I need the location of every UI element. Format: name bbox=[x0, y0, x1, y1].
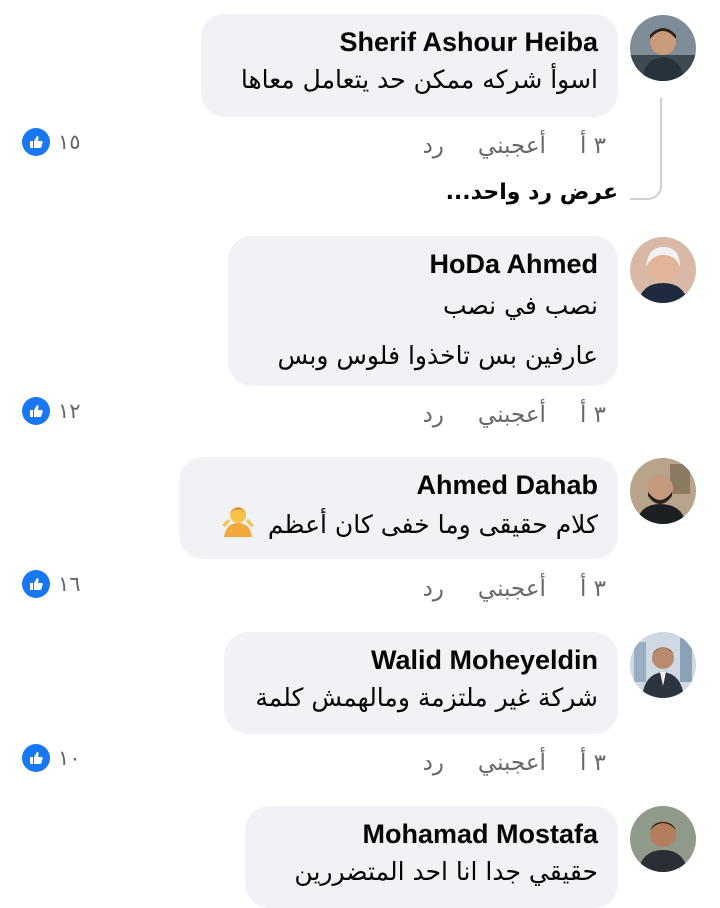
comment-author[interactable]: Walid Moheyeldin bbox=[244, 642, 598, 678]
like-button[interactable]: أعجبني bbox=[478, 128, 546, 164]
like-thumbs-up-icon bbox=[22, 570, 50, 598]
reaction-count[interactable]: ١٦ bbox=[22, 569, 81, 599]
reaction-count-value: ١٦ bbox=[58, 572, 81, 596]
comment-text: شركة غير ملتزمة ومالهمش كلمة bbox=[255, 683, 598, 712]
avatar-photo bbox=[630, 806, 696, 872]
reply-button[interactable]: رد bbox=[423, 571, 444, 607]
comment-text: كلام حقيقى وما خفى كان أعظم bbox=[199, 503, 598, 549]
like-button[interactable]: أعجبني bbox=[478, 397, 546, 433]
person-shrugging-emoji-icon bbox=[220, 503, 256, 549]
like-thumbs-up-icon bbox=[22, 397, 50, 425]
comment-bubble: Walid Moheyeldin شركة غير ملتزمة ومالهمش… bbox=[224, 632, 618, 734]
reply-thread-elbow bbox=[630, 170, 662, 200]
like-button[interactable]: أعجبني bbox=[478, 745, 546, 781]
comment-time[interactable]: ٣ أ bbox=[580, 397, 606, 433]
reply-button[interactable]: رد bbox=[423, 128, 444, 164]
avatar[interactable] bbox=[630, 632, 696, 698]
comment-bubble: Sherif Ashour Heiba اسوأ شركه ممكن حد يت… bbox=[201, 14, 618, 117]
avatar[interactable] bbox=[630, 15, 696, 81]
comment-author[interactable]: Mohamad Mostafa bbox=[265, 816, 598, 852]
comment-text: حقيقي جدا انا احد المتضررين bbox=[294, 857, 598, 886]
comment-actions: ٣ أ أعجبني رد bbox=[423, 397, 606, 433]
avatar[interactable] bbox=[630, 806, 696, 872]
comment-actions: ٣ أ أعجبني رد bbox=[423, 128, 606, 164]
comment-text: نصب في نصب bbox=[442, 291, 598, 320]
avatar-photo bbox=[630, 237, 696, 303]
comment-text-content: كلام حقيقى وما خفى كان أعظم bbox=[267, 510, 598, 539]
comment-time[interactable]: ٣ أ bbox=[580, 571, 606, 607]
like-button[interactable]: أعجبني bbox=[478, 571, 546, 607]
comment-actions: ٣ أ أعجبني رد bbox=[423, 571, 606, 607]
avatar[interactable] bbox=[630, 237, 696, 303]
comment-author[interactable]: HoDa Ahmed bbox=[248, 246, 598, 282]
comment-bubble: Ahmed Dahab كلام حقيقى وما خفى كان أعظم bbox=[179, 457, 618, 559]
comment-text: اسوأ شركه ممكن حد يتعامل معاها bbox=[240, 65, 598, 94]
reply-button[interactable]: رد bbox=[423, 745, 444, 781]
comment-time[interactable]: ٣ أ bbox=[580, 128, 606, 164]
avatar-photo bbox=[630, 458, 696, 524]
view-replies-link[interactable]: عرض رد واحد... bbox=[446, 180, 618, 205]
avatar-photo bbox=[630, 15, 696, 81]
comment-author[interactable]: Ahmed Dahab bbox=[199, 467, 598, 503]
reaction-count-value: ١٥ bbox=[58, 130, 81, 154]
comment-actions: ٣ أ أعجبني رد bbox=[423, 745, 606, 781]
reaction-count-value: ١٢ bbox=[58, 399, 81, 423]
reaction-count[interactable]: ١٠ bbox=[22, 743, 81, 773]
avatar[interactable] bbox=[630, 458, 696, 524]
comment-bubble: HoDa Ahmed نصب في نصب عارفين بس تاخذوا ف… bbox=[228, 236, 618, 386]
avatar-photo bbox=[630, 632, 696, 698]
comment-author[interactable]: Sherif Ashour Heiba bbox=[221, 24, 598, 60]
reaction-count-value: ١٠ bbox=[58, 746, 81, 770]
reaction-count[interactable]: ١٢ bbox=[22, 396, 81, 426]
comment-bubble: Mohamad Mostafa حقيقي جدا انا احد المتضر… bbox=[245, 806, 618, 908]
like-thumbs-up-icon bbox=[22, 744, 50, 772]
reaction-count[interactable]: ١٥ bbox=[22, 127, 81, 157]
like-thumbs-up-icon bbox=[22, 128, 50, 156]
reply-button[interactable]: رد bbox=[423, 397, 444, 433]
comment-text: عارفين بس تاخذوا فلوس وبس bbox=[277, 341, 598, 370]
comment-time[interactable]: ٣ أ bbox=[580, 745, 606, 781]
